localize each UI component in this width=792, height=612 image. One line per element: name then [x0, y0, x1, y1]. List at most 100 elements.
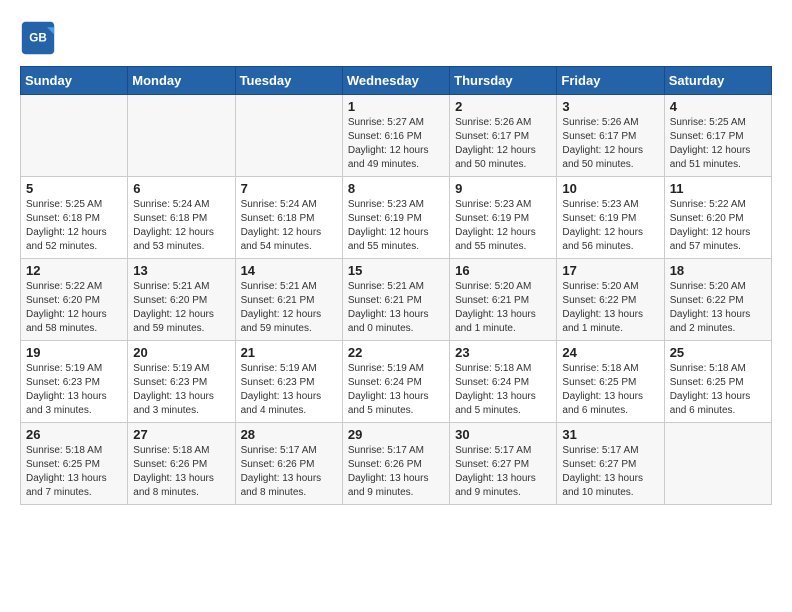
day-info: Sunrise: 5:19 AM Sunset: 6:23 PM Dayligh… [241, 362, 337, 418]
calendar-table: SundayMondayTuesdayWednesdayThursdayFrid… [20, 66, 772, 505]
day-number: 28 [241, 427, 337, 442]
day-number: 17 [562, 263, 658, 278]
day-cell: 8 Sunrise: 5:23 AM Sunset: 6:19 PM Daylig… [342, 177, 449, 259]
day-info: Sunrise: 5:17 AM Sunset: 6:26 PM Dayligh… [348, 444, 444, 500]
day-info: Sunrise: 5:26 AM Sunset: 6:17 PM Dayligh… [455, 116, 551, 172]
weekday-header-thursday: Thursday [450, 67, 557, 95]
day-info: Sunrise: 5:19 AM Sunset: 6:23 PM Dayligh… [133, 362, 229, 418]
day-number: 5 [26, 181, 122, 196]
day-number: 3 [562, 99, 658, 114]
day-cell: 1 Sunrise: 5:27 AM Sunset: 6:16 PM Daylig… [342, 95, 449, 177]
page-header: GB [20, 20, 772, 56]
day-number: 11 [670, 181, 766, 196]
day-info: Sunrise: 5:21 AM Sunset: 6:21 PM Dayligh… [241, 280, 337, 336]
weekday-header-monday: Monday [128, 67, 235, 95]
svg-text:GB: GB [29, 32, 47, 45]
day-number: 23 [455, 345, 551, 360]
day-number: 31 [562, 427, 658, 442]
day-cell: 13 Sunrise: 5:21 AM Sunset: 6:20 PM Dayli… [128, 259, 235, 341]
day-number: 25 [670, 345, 766, 360]
day-info: Sunrise: 5:27 AM Sunset: 6:16 PM Dayligh… [348, 116, 444, 172]
day-cell: 18Sunrise: 5:20 AM Sunset: 6:22 PM Dayli… [664, 259, 771, 341]
day-number: 12 [26, 263, 122, 278]
day-info: Sunrise: 5:23 AM Sunset: 6:19 PM Dayligh… [562, 198, 658, 254]
day-number: 20 [133, 345, 229, 360]
day-number: 6 [133, 181, 229, 196]
day-info: Sunrise: 5:20 AM Sunset: 6:22 PM Dayligh… [562, 280, 658, 336]
day-info: Sunrise: 5:18 AM Sunset: 6:25 PM Dayligh… [670, 362, 766, 418]
calendar-header: SundayMondayTuesdayWednesdayThursdayFrid… [21, 67, 772, 95]
day-info: Sunrise: 5:24 AM Sunset: 6:18 PM Dayligh… [241, 198, 337, 254]
day-info: Sunrise: 5:21 AM Sunset: 6:21 PM Dayligh… [348, 280, 444, 336]
day-info: Sunrise: 5:26 AM Sunset: 6:17 PM Dayligh… [562, 116, 658, 172]
day-cell: 26 Sunrise: 5:18 AM Sunset: 6:25 PM Dayli… [21, 423, 128, 505]
day-cell: 31 Sunrise: 5:17 AM Sunset: 6:27 PM Dayli… [557, 423, 664, 505]
day-info: Sunrise: 5:17 AM Sunset: 6:27 PM Dayligh… [455, 444, 551, 500]
day-cell: 15 Sunrise: 5:21 AM Sunset: 6:21 PM Dayli… [342, 259, 449, 341]
day-number: 13 [133, 263, 229, 278]
weekday-header-saturday: Saturday [664, 67, 771, 95]
day-info: Sunrise: 5:23 AM Sunset: 6:19 PM Dayligh… [455, 198, 551, 254]
week-row-3: 12 Sunrise: 5:22 AM Sunset: 6:20 PM Dayli… [21, 259, 772, 341]
day-number: 29 [348, 427, 444, 442]
week-row-5: 26 Sunrise: 5:18 AM Sunset: 6:25 PM Dayli… [21, 423, 772, 505]
day-cell [235, 95, 342, 177]
day-number: 9 [455, 181, 551, 196]
day-cell: 12 Sunrise: 5:22 AM Sunset: 6:20 PM Dayli… [21, 259, 128, 341]
week-row-2: 5 Sunrise: 5:25 AM Sunset: 6:18 PM Daylig… [21, 177, 772, 259]
day-cell: 11Sunrise: 5:22 AM Sunset: 6:20 PM Dayli… [664, 177, 771, 259]
day-info: Sunrise: 5:21 AM Sunset: 6:20 PM Dayligh… [133, 280, 229, 336]
day-info: Sunrise: 5:18 AM Sunset: 6:25 PM Dayligh… [562, 362, 658, 418]
weekday-row: SundayMondayTuesdayWednesdayThursdayFrid… [21, 67, 772, 95]
day-cell: 21 Sunrise: 5:19 AM Sunset: 6:23 PM Dayli… [235, 341, 342, 423]
logo: GB [20, 20, 60, 56]
day-number: 7 [241, 181, 337, 196]
day-info: Sunrise: 5:19 AM Sunset: 6:23 PM Dayligh… [26, 362, 122, 418]
day-cell: 5 Sunrise: 5:25 AM Sunset: 6:18 PM Daylig… [21, 177, 128, 259]
day-number: 4 [670, 99, 766, 114]
day-info: Sunrise: 5:23 AM Sunset: 6:19 PM Dayligh… [348, 198, 444, 254]
day-cell: 27 Sunrise: 5:18 AM Sunset: 6:26 PM Dayli… [128, 423, 235, 505]
day-number: 15 [348, 263, 444, 278]
weekday-header-friday: Friday [557, 67, 664, 95]
logo-icon: GB [20, 20, 56, 56]
day-number: 18 [670, 263, 766, 278]
day-cell: 25 Sunrise: 5:18 AM Sunset: 6:25 PM Dayli… [664, 341, 771, 423]
weekday-header-tuesday: Tuesday [235, 67, 342, 95]
calendar-body: 1 Sunrise: 5:27 AM Sunset: 6:16 PM Daylig… [21, 95, 772, 505]
day-cell: 14Sunrise: 5:21 AM Sunset: 6:21 PM Dayli… [235, 259, 342, 341]
day-cell [664, 423, 771, 505]
day-info: Sunrise: 5:17 AM Sunset: 6:27 PM Dayligh… [562, 444, 658, 500]
day-number: 8 [348, 181, 444, 196]
day-cell: 29 Sunrise: 5:17 AM Sunset: 6:26 PM Dayli… [342, 423, 449, 505]
day-number: 30 [455, 427, 551, 442]
day-info: Sunrise: 5:22 AM Sunset: 6:20 PM Dayligh… [26, 280, 122, 336]
day-number: 26 [26, 427, 122, 442]
day-number: 24 [562, 345, 658, 360]
day-cell: 19 Sunrise: 5:19 AM Sunset: 6:23 PM Dayli… [21, 341, 128, 423]
day-number: 2 [455, 99, 551, 114]
day-info: Sunrise: 5:20 AM Sunset: 6:21 PM Dayligh… [455, 280, 551, 336]
day-info: Sunrise: 5:19 AM Sunset: 6:24 PM Dayligh… [348, 362, 444, 418]
weekday-header-sunday: Sunday [21, 67, 128, 95]
day-info: Sunrise: 5:24 AM Sunset: 6:18 PM Dayligh… [133, 198, 229, 254]
day-number: 27 [133, 427, 229, 442]
day-cell: 23Sunrise: 5:18 AM Sunset: 6:24 PM Dayli… [450, 341, 557, 423]
day-info: Sunrise: 5:25 AM Sunset: 6:18 PM Dayligh… [26, 198, 122, 254]
day-cell: 20 Sunrise: 5:19 AM Sunset: 6:23 PM Dayli… [128, 341, 235, 423]
day-cell: 3 Sunrise: 5:26 AM Sunset: 6:17 PM Daylig… [557, 95, 664, 177]
day-number: 10 [562, 181, 658, 196]
day-cell: 17 Sunrise: 5:20 AM Sunset: 6:22 PM Dayli… [557, 259, 664, 341]
day-info: Sunrise: 5:17 AM Sunset: 6:26 PM Dayligh… [241, 444, 337, 500]
day-info: Sunrise: 5:18 AM Sunset: 6:25 PM Dayligh… [26, 444, 122, 500]
day-cell: 9 Sunrise: 5:23 AM Sunset: 6:19 PM Daylig… [450, 177, 557, 259]
day-number: 22 [348, 345, 444, 360]
day-cell: 7 Sunrise: 5:24 AM Sunset: 6:18 PM Daylig… [235, 177, 342, 259]
day-number: 19 [26, 345, 122, 360]
day-cell: 22 Sunrise: 5:19 AM Sunset: 6:24 PM Dayli… [342, 341, 449, 423]
day-number: 21 [241, 345, 337, 360]
day-info: Sunrise: 5:18 AM Sunset: 6:26 PM Dayligh… [133, 444, 229, 500]
day-cell [128, 95, 235, 177]
day-number: 1 [348, 99, 444, 114]
day-cell: 6 Sunrise: 5:24 AM Sunset: 6:18 PM Daylig… [128, 177, 235, 259]
